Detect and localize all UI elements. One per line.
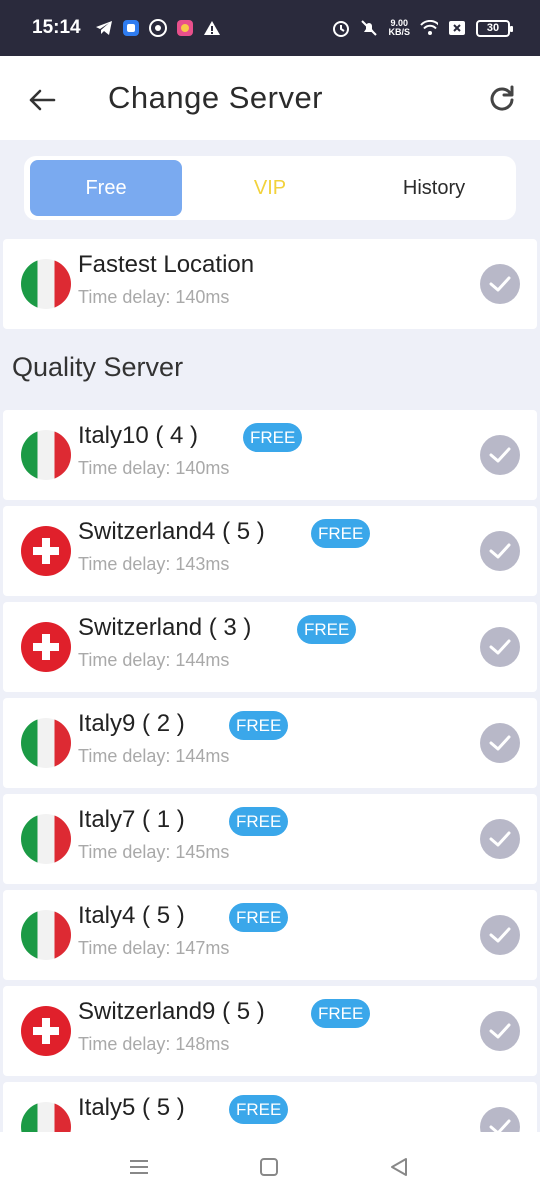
network-speed: 9.00 KB/S [388,19,410,37]
server-list-item[interactable]: Italy10 ( 4 ) FREE Time delay: 140ms [3,410,537,500]
server-name: Fastest Location [78,251,255,278]
network-speed-unit: KB/S [388,27,410,37]
battery-icon: 30 [476,19,513,37]
server-delay: Time delay: 144ms [78,746,230,766]
free-badge: FREE [243,423,303,452]
server-list-item[interactable]: Italy9 ( 2 ) FREE Time delay: 144ms [3,698,537,788]
warning-icon [203,19,221,37]
free-badge: FREE [229,1095,289,1124]
telegram-icon [95,19,113,37]
italy-flag-icon [21,259,71,309]
server-list-item[interactable]: Switzerland9 ( 5 ) FREE Time delay: 148m… [3,986,537,1076]
server-delay: Time delay: 143ms [78,554,230,574]
server-name: Switzerland9 ( 5 ) [78,998,265,1025]
back-arrow-icon [29,89,56,111]
server-list-item[interactable]: Switzerland ( 3 ) FREE Time delay: 144ms [3,602,537,692]
free-badge: FREE [229,807,289,836]
check-icon[interactable] [480,264,520,304]
status-time: 15:14 [32,17,81,38]
server-delay: Time delay: 140ms [78,287,230,307]
home-nav-button[interactable] [254,1152,284,1182]
server-name: Italy5 ( 5 ) [78,1094,185,1121]
server-delay: Time delay: 144ms [78,650,230,670]
tab-free[interactable]: Free [30,160,182,216]
check-icon[interactable] [480,627,520,667]
tab-history[interactable]: History [358,160,510,216]
server-delay: Time delay: 147ms [78,938,230,958]
menu-icon [130,1160,148,1174]
check-icon[interactable] [480,723,520,763]
server-name: Italy4 ( 5 ) [78,902,185,929]
back-nav-button[interactable] [384,1152,414,1182]
refresh-button[interactable] [484,80,520,116]
server-name: Italy7 ( 1 ) [78,806,185,833]
server-name: Italy10 ( 4 ) [78,422,199,449]
home-square-icon [260,1158,278,1176]
check-icon[interactable] [480,1011,520,1051]
section-title: Quality Server [12,352,184,382]
free-badge: FREE [229,903,289,932]
free-badge: FREE [311,519,371,548]
switzerland-flag-icon [21,526,71,576]
italy-flag-icon [21,814,71,864]
mute-icon [360,19,378,37]
app-icon-2 [176,19,194,37]
server-name: Switzerland ( 3 ) [78,614,252,641]
free-badge: FREE [297,615,357,644]
status-bar: 15:14 9.00 KB/S 30 [0,0,540,56]
refresh-icon [490,85,514,111]
page-title: Change Server [108,80,324,115]
server-delay: Time delay: 148ms [78,1034,230,1054]
switzerland-flag-icon [21,622,71,672]
chrome-icon [148,19,167,37]
app-bar: Change Server [0,56,540,140]
free-badge: FREE [311,999,371,1028]
free-badge: FREE [229,711,289,740]
fastest-location-item[interactable]: Fastest Location Time delay: 140ms [3,239,537,329]
switzerland-flag-icon [21,1006,71,1056]
server-delay: Time delay: 140ms [78,458,230,478]
italy-flag-icon [21,430,71,480]
server-name: Switzerland4 ( 5 ) [78,518,265,545]
back-triangle-icon [391,1158,407,1176]
italy-flag-icon [21,718,71,768]
check-icon[interactable] [480,531,520,571]
server-list-item[interactable]: Italy7 ( 1 ) FREE Time delay: 145ms [3,794,537,884]
server-name: Italy9 ( 2 ) [78,710,185,737]
check-icon[interactable] [480,915,520,955]
check-icon[interactable] [480,819,520,859]
check-icon[interactable] [480,435,520,475]
alarm-icon [332,19,350,37]
server-tabs: Free VIP History [24,156,516,220]
server-list-item[interactable]: Switzerland4 ( 5 ) FREE Time delay: 143m… [3,506,537,596]
menu-nav-button[interactable] [124,1152,154,1182]
wifi-icon [420,19,438,37]
server-delay: Time delay: 145ms [78,842,230,862]
italy-flag-icon [21,910,71,960]
app-icon [122,19,140,37]
system-nav-bar [0,1132,540,1200]
server-list-item[interactable]: Italy4 ( 5 ) FREE Time delay: 147ms [3,890,537,980]
back-button[interactable] [24,82,60,118]
tab-vip[interactable]: VIP [194,160,346,216]
close-box-icon [448,19,466,37]
